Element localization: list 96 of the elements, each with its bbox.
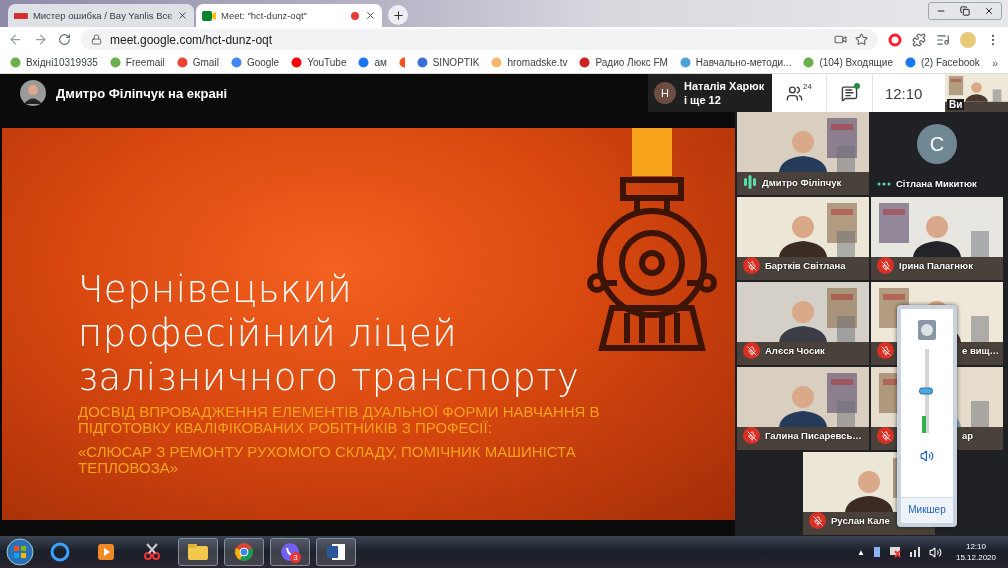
more-bookmarks-button[interactable]: » [991,56,998,69]
reload-icon[interactable] [58,33,71,46]
volume-icon[interactable] [928,545,942,559]
bookmark[interactable]: hromadske.tv [491,57,568,68]
bookmark-icon [291,57,303,68]
participant-name: Алєся Чосик [765,345,825,356]
star-icon[interactable] [855,33,868,46]
tray-expand-button[interactable]: ▲ [857,547,865,557]
tray-time: 12:10 [965,541,986,552]
participant-name: Сітлана Микитюк [896,178,977,189]
bookmark[interactable]: Навчально-методи... [679,57,792,68]
bookmark[interactable]: ам [358,57,387,68]
plus-icon [391,8,405,22]
bookmark[interactable]: (2) Facebook [904,57,980,68]
bookmark-icon [579,57,591,68]
tab-title: Мистер ошибка / Bay Yanlis Всє [32,10,173,21]
bookmark-icon [679,57,691,68]
bookmark-icon [491,57,503,68]
mixer-link[interactable]: Микшер [901,497,953,523]
network-icon[interactable] [908,546,921,558]
participant-name: Галина Писаревсь… [765,430,862,441]
ring-logo-icon[interactable] [888,32,902,47]
address-bar[interactable]: meet.google.com/hct-dunz-oqt [81,29,878,50]
bookmark[interactable]: YouTube [291,57,347,68]
participant-name: Руслан Кале [831,515,890,526]
slide-title: професійний ліцей [78,312,459,356]
restore-icon [960,6,970,16]
taskbar-button[interactable] [178,538,218,566]
close-icon[interactable] [365,10,376,21]
tab-title: Meet: "hct-dunz-oqt" [221,10,308,21]
taskbar-button[interactable] [316,538,356,566]
participant-name: Дмитро Філіпчук [762,176,842,188]
chat-icon [840,84,858,102]
browser-tab[interactable]: Мистер ошибка / Bay Yanlis Всє [8,4,194,27]
participant-name: Бартків Світлана [765,260,846,271]
bookmark-icon [416,57,428,68]
slide-quote: «СЛЮСАР З РЕМОНТУ РУХОМОГО СКЛАДУ, ПОМІЧНИК МАШИНІСТА ТЕПЛОВОЗА» [78,444,577,476]
folder-icon [187,543,209,561]
participant-name: ар [962,430,974,441]
slide-title: Чернівецький [78,268,354,312]
notification-badge: 3 [290,552,301,563]
slider-thumb[interactable] [919,387,933,395]
new-tab-button[interactable] [388,5,408,25]
presenter-label: Дмитро Філіпчук на екрані [56,85,228,101]
speaker-name: Наталія Харюк [684,79,765,93]
camera-logo-icon [202,10,216,21]
meeting-time: 12:10 [883,84,923,102]
back-icon[interactable] [8,32,23,47]
bookmark[interactable]: SINOPTIK [416,57,480,68]
play-icon [97,543,115,561]
puzzle-icon[interactable] [912,32,926,47]
scissors-icon [142,542,162,562]
participant-name: е вищ… [962,345,1000,356]
participant-avatar: Н [654,82,676,104]
participant-name: Ірина Палагнюк [899,260,973,271]
speaker-device-icon [917,319,937,341]
bookmark-icon [904,57,916,68]
people-icon [786,84,803,102]
bookmark[interactable]: (104) Входящие [803,57,893,68]
speaker-more: і ще 12 [684,93,722,107]
speaker-icon[interactable] [920,449,934,463]
bookmark-icon[interactable] [398,57,405,68]
participant-avatar: С [917,124,957,164]
browser-tab[interactable]: Meet: "hct-dunz-oqt" [196,4,382,27]
taskbar-button[interactable] [224,538,264,566]
round-logo-icon [234,542,254,562]
close-icon [984,6,994,16]
battery-icon[interactable] [872,546,881,558]
bookmark[interactable]: Вхідні10319935 [10,57,98,68]
bookmark[interactable]: Gmail [176,57,219,68]
url-text: meet.google.com/hct-dunz-oqt [110,32,274,47]
bookmark[interactable]: Google [230,57,280,68]
lock-icon [91,34,102,45]
self-label: Ви [947,99,965,110]
bookmark-icon [358,57,370,68]
media-list-icon[interactable] [936,32,950,47]
forward-icon[interactable] [33,32,48,47]
presenter-avatar [20,80,46,106]
start-button[interactable] [6,538,34,566]
document-icon [326,542,346,562]
bookmark-icon [109,57,121,68]
bookmark[interactable]: Радио Люкс FM [579,57,668,68]
taskbar-button[interactable]: 3 [270,538,310,566]
tray-clock[interactable]: 12:10 15.12.2020 [949,541,1002,563]
bookmark-icon [176,57,188,68]
tray-date: 15.12.2020 [955,552,996,563]
flag-icon[interactable] [888,546,901,558]
close-icon[interactable] [177,10,188,21]
slide-title: залізничного транспорту [78,356,581,400]
slide-subtitle: ДОСВІД ВПРОВАДЖЕННЯ ЕЛЕМЕНТІВ ДУАЛЬНОЇ ФОРМИ НАВЧАННЯ В ПІДГОТОВКУ КВАЛІФІКОВАНИХ РОБІТНИКІВ З ПРОФЕСІЇ: [78,404,601,436]
bookmark-icon [803,57,815,68]
camera-icon[interactable] [834,33,847,46]
volume-slider[interactable] [919,349,935,433]
bookmark[interactable]: Freemail [109,57,165,68]
bookmark-icon [230,57,242,68]
bookmark-icon [10,57,21,68]
